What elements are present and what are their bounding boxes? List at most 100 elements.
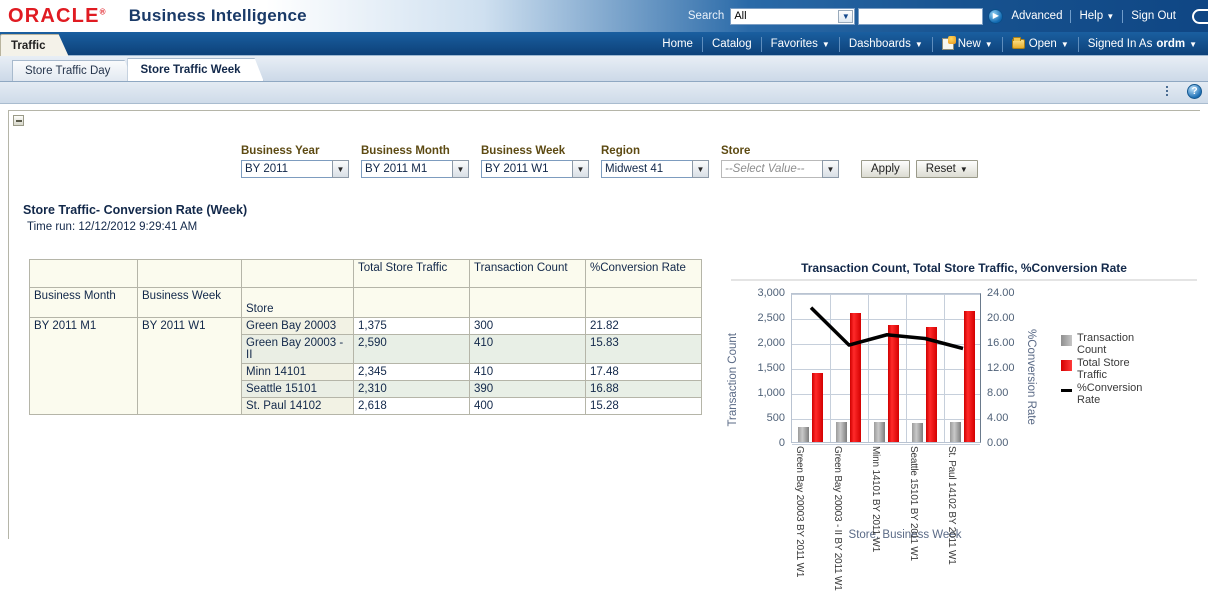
header-spacer	[242, 260, 354, 288]
header-spacer	[586, 288, 702, 318]
advanced-search-link[interactable]: Advanced	[1003, 10, 1070, 22]
help-menu[interactable]: Help ▼	[1071, 10, 1122, 22]
prompt-filter-row: Business Year BY 2011 ▼ Business Month B…	[241, 145, 990, 178]
x-axis-label: St. Paul 14102 BY 2011 W1	[946, 446, 956, 565]
search-label: Search	[688, 10, 724, 22]
oracle-logo-text: ORACLE	[8, 5, 100, 27]
nav-open-label: Open	[1029, 38, 1057, 50]
chevron-down-icon[interactable]: ▼	[692, 160, 709, 178]
cell-transaction-count: 400	[470, 398, 586, 415]
legend-swatch-icon	[1061, 389, 1072, 392]
y2-axis-tick: 24.00	[987, 287, 1033, 299]
chevron-down-icon[interactable]: ▼	[572, 160, 589, 178]
cell-total-store-traffic: 1,375	[354, 318, 470, 335]
prompt-field[interactable]: BY 2011 ▼	[241, 160, 349, 178]
prompt-label: Business Month	[361, 145, 469, 157]
cell-business-week[interactable]: BY 2011 W1	[138, 318, 242, 415]
help-icon[interactable]: ?	[1187, 84, 1202, 99]
legend-swatch-icon	[1061, 335, 1072, 346]
dashboard-page-tabstrip: Traffic	[0, 32, 69, 56]
header-spacer	[138, 260, 242, 288]
page-tab-traffic[interactable]: Traffic	[0, 34, 69, 56]
region-value[interactable]: Midwest 41	[601, 160, 693, 178]
apply-button-label: Apply	[871, 163, 900, 175]
cell-store: Green Bay 20003	[242, 318, 354, 335]
chevron-down-icon[interactable]: ▼	[822, 160, 839, 178]
reset-button[interactable]: Reset ▼	[916, 160, 978, 178]
dashboard-subtab-bar: Store Traffic Day Store Traffic Week	[0, 56, 1208, 82]
y2-axis-tick: 12.00	[987, 362, 1033, 374]
nav-catalog-label: Catalog	[712, 38, 752, 50]
collapse-section-icon[interactable]	[13, 115, 24, 126]
search-scope-select[interactable]: All ▼	[730, 8, 855, 25]
cell-transaction-count: 300	[470, 318, 586, 335]
legend-swatch-icon	[1061, 360, 1072, 371]
pivot-table: Total Store Traffic Transaction Count %C…	[29, 259, 702, 415]
nav-new[interactable]: New▼	[933, 38, 1002, 50]
prompt-field[interactable]: --Select Value-- ▼	[721, 160, 839, 178]
business-week-value[interactable]: BY 2011 W1	[481, 160, 573, 178]
y-axis-tick: 500	[741, 412, 785, 424]
line-conversion-rate[interactable]	[811, 308, 963, 349]
page-options-icon[interactable]	[1166, 85, 1180, 98]
y2-axis-tick: 8.00	[987, 387, 1033, 399]
x-axis-label: Green Bay 20003 BY 2011 W1	[794, 446, 804, 577]
search-go-icon[interactable]: ▶	[988, 9, 1003, 24]
table-row: BY 2011 M1 BY 2011 W1 Green Bay 20003 1,…	[30, 318, 702, 335]
business-year-value[interactable]: BY 2011	[241, 160, 333, 178]
nav-favorites[interactable]: Favorites▼	[762, 38, 839, 50]
prompt-field[interactable]: BY 2011 M1 ▼	[361, 160, 469, 178]
chevron-down-icon[interactable]: ▼	[452, 160, 469, 178]
chevron-down-icon: ▼	[1189, 40, 1197, 49]
x-axis-label: Green Bay 20003 - II BY 2011 W1	[832, 446, 842, 591]
prompt-actions: Apply Reset ▼	[861, 145, 978, 178]
cell-transaction-count: 410	[470, 364, 586, 381]
report-time-run: Time run: 12/12/2012 9:29:41 AM	[27, 221, 197, 233]
header-spacer	[354, 288, 470, 318]
nav-dashboards[interactable]: Dashboards▼	[840, 38, 932, 50]
sign-out-link[interactable]: Sign Out	[1123, 10, 1184, 22]
y2-axis-tick: 4.00	[987, 412, 1033, 424]
chevron-down-icon: ▼	[1061, 40, 1069, 49]
prompt-field[interactable]: BY 2011 W1 ▼	[481, 160, 589, 178]
y-axis-tick: 1,500	[741, 362, 785, 374]
cell-transaction-count: 390	[470, 381, 586, 398]
subtab-store-traffic-week[interactable]: Store Traffic Week	[127, 58, 263, 81]
cell-conversion-rate: 16.88	[586, 381, 702, 398]
nav-signed-in-as[interactable]: Signed In Asordm▼	[1079, 38, 1206, 50]
legend-item-transaction-count[interactable]: Transaction Count	[1061, 333, 1149, 356]
chevron-down-icon[interactable]: ▼	[332, 160, 349, 178]
nav-home[interactable]: Home	[653, 38, 702, 50]
table-header-row-dims: Business Month Business Week Store	[30, 288, 702, 318]
business-month-value[interactable]: BY 2011 M1	[361, 160, 453, 178]
prompt-field[interactable]: Midwest 41 ▼	[601, 160, 709, 178]
chart-container: Transaction Count, Total Store Traffic, …	[725, 259, 1203, 569]
x-axis-label: Seattle 15101 BY 2011 W1	[908, 446, 918, 561]
signed-in-as-label: Signed In As	[1088, 38, 1153, 50]
nav-catalog[interactable]: Catalog	[703, 38, 761, 50]
y2-axis-tick: 20.00	[987, 312, 1033, 324]
cell-store: St. Paul 14102	[242, 398, 354, 415]
y-axis-tick: 0	[741, 437, 785, 449]
cell-total-store-traffic: 2,345	[354, 364, 470, 381]
cell-business-month[interactable]: BY 2011 M1	[30, 318, 138, 415]
chevron-down-icon[interactable]: ▼	[838, 10, 853, 23]
cell-total-store-traffic: 2,618	[354, 398, 470, 415]
store-value[interactable]: --Select Value--	[721, 160, 823, 178]
cell-total-store-traffic: 2,310	[354, 381, 470, 398]
nav-open[interactable]: Open ▼	[1003, 38, 1078, 50]
column-header-conversion-rate: %Conversion Rate	[586, 260, 702, 288]
chevron-down-icon: ▼	[822, 40, 830, 49]
search-input[interactable]	[858, 8, 983, 25]
column-header-business-week: Business Week	[138, 288, 242, 318]
subtab-store-traffic-day[interactable]: Store Traffic Day	[12, 60, 133, 81]
prompt-label: Region	[601, 145, 709, 157]
prompt-label: Business Year	[241, 145, 349, 157]
legend-item-conversion-rate[interactable]: %Conversion Rate	[1061, 383, 1149, 406]
x-axis-label: Minn 14101 BY 2011 W1	[870, 446, 880, 552]
apply-button[interactable]: Apply	[861, 160, 910, 178]
legend-item-total-store-traffic[interactable]: Total Store Traffic	[1061, 358, 1149, 381]
y2-axis-tick: 0.00	[987, 437, 1033, 449]
header-utility-area: Search All ▼ ▶ Advanced Help ▼ Sign Out	[688, 0, 1208, 32]
help-menu-label: Help	[1079, 10, 1103, 22]
